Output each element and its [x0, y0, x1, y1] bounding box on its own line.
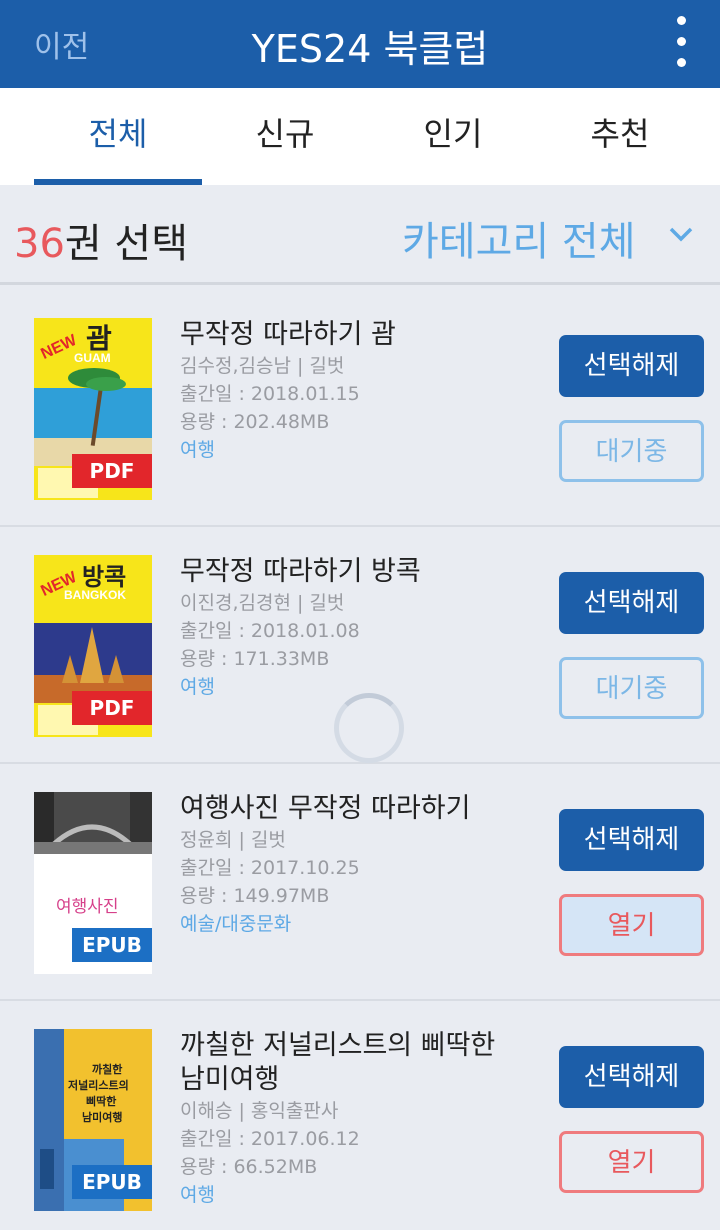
book-size: 용량 : 149.97MB	[180, 885, 330, 907]
book-title: 무작정 따라하기 방콕	[180, 556, 421, 587]
cover-sub-title: GUAM	[74, 351, 111, 365]
more-vert-icon[interactable]	[666, 16, 696, 72]
book-info: 여행사진 무작정 따라하기 정윤희 | 길벗 출간일 : 2017.10.25 …	[180, 792, 540, 938]
book-pub-date: 출간일 : 2017.10.25	[180, 857, 360, 879]
book-category: 예술/대중문화	[180, 913, 292, 935]
book-authors: 이진경,김경현 | 길벗	[180, 592, 345, 614]
book-size: 용량 : 66.52MB	[180, 1156, 318, 1178]
app-title: YES24 북클럽	[251, 27, 489, 71]
book-pub-date: 출간일 : 2017.06.12	[180, 1128, 360, 1150]
book-title: 까칠한 저널리스트의 삐딱한 남미여행	[180, 1030, 496, 1095]
book-pub-date: 출간일 : 2018.01.08	[180, 620, 360, 642]
format-badge: EPUB	[72, 928, 152, 962]
book-cover[interactable]: NEW 방콕 BANGKOK PDF	[34, 555, 152, 737]
cover-main-title: 방콕	[82, 563, 126, 591]
category-dropdown[interactable]: 카테고리 전체	[402, 209, 636, 267]
book-pub-date: 출간일 : 2018.01.15	[180, 383, 360, 405]
tab-new[interactable]: 신규	[201, 88, 369, 185]
book-authors: 이해승 | 홍익출판사	[180, 1100, 339, 1122]
deselect-button[interactable]: 선택해제	[559, 572, 704, 634]
deselect-button[interactable]: 선택해제	[559, 809, 704, 871]
list-item[interactable]: 까칠한 저널리스트의 삐딱한 남미여행 EPUB 까칠한 저널리스트의 삐딱한 …	[0, 1001, 720, 1230]
book-cover[interactable]: 까칠한 저널리스트의 삐딱한 남미여행 EPUB	[34, 1029, 152, 1211]
open-button[interactable]: 열기	[559, 1131, 704, 1193]
format-badge: PDF	[72, 454, 152, 488]
book-info: 무작정 따라하기 방콕 이진경,김경현 | 길벗 출간일 : 2018.01.0…	[180, 555, 540, 701]
list-item[interactable]: NEW 괌 GUAM PDF 무작정 따라하기 괌 김수정,김승남 | 길벗 출…	[0, 290, 720, 527]
book-cover[interactable]: NEW 괌 GUAM PDF	[34, 318, 152, 500]
book-cover[interactable]: 여행사진 EPUB	[34, 792, 152, 974]
chevron-down-icon[interactable]	[668, 221, 694, 247]
cover-sub-title: BANGKOK	[64, 588, 126, 602]
selected-count: 36권 선택	[14, 211, 188, 269]
waiting-button[interactable]: 대기중	[559, 657, 704, 719]
book-title: 여행사진 무작정 따라하기	[180, 793, 471, 824]
book-authors: 정윤희 | 길벗	[180, 829, 286, 851]
format-badge: EPUB	[72, 1165, 152, 1199]
loading-spinner	[334, 693, 404, 763]
book-size: 용량 : 202.48MB	[180, 411, 330, 433]
waiting-button[interactable]: 대기중	[559, 420, 704, 482]
app-bar: 이전 YES24 북클럽	[0, 0, 720, 88]
open-button[interactable]: 열기	[559, 894, 704, 956]
tab-popular[interactable]: 인기	[369, 88, 537, 185]
selected-count-number: 36	[14, 221, 65, 267]
book-title: 무작정 따라하기 괌	[180, 319, 396, 350]
format-badge: PDF	[72, 691, 152, 725]
book-size: 용량 : 171.33MB	[180, 648, 330, 670]
deselect-button[interactable]: 선택해제	[559, 1046, 704, 1108]
book-info: 까칠한 저널리스트의 삐딱한 남미여행 이해승 | 홍익출판사 출간일 : 20…	[180, 1029, 540, 1209]
cover-main-title: 여행사진	[56, 897, 119, 917]
book-category: 여행	[180, 439, 215, 461]
book-authors: 김수정,김승남 | 길벗	[180, 355, 345, 377]
selected-count-suffix: 권 선택	[64, 221, 189, 267]
book-category: 여행	[180, 1184, 215, 1206]
book-info: 무작정 따라하기 괌 김수정,김승남 | 길벗 출간일 : 2018.01.15…	[180, 318, 540, 464]
tab-all[interactable]: 전체	[34, 88, 202, 185]
tab-bar: 전체 신규 인기 추천	[0, 88, 720, 185]
list-item[interactable]: 여행사진 EPUB 여행사진 무작정 따라하기 정윤희 | 길벗 출간일 : 2…	[0, 764, 720, 1001]
filter-bar: 36권 선택 카테고리 전체	[0, 185, 720, 285]
tab-recommended[interactable]: 추천	[536, 88, 704, 185]
deselect-button[interactable]: 선택해제	[559, 335, 704, 397]
